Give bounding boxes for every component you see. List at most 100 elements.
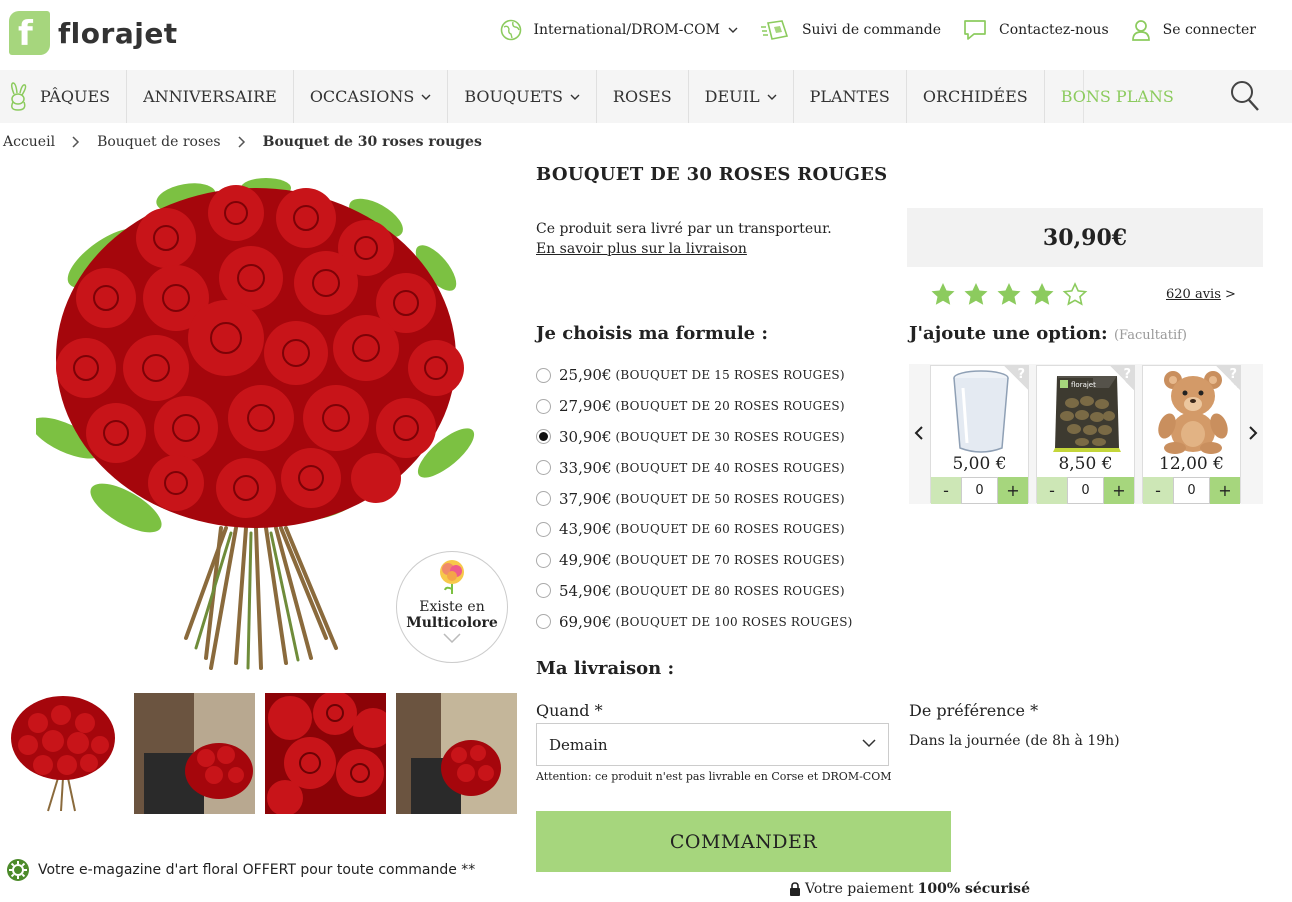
logo-text: florajet [58,16,178,50]
nav-item-roses[interactable]: ROSES [597,70,689,123]
magazine-text: Votre e-magazine d'art floral OFFERT pou… [38,862,476,878]
top-bar: f florajet International/DROM-COM Suivi … [0,0,1292,70]
rating-stars [930,282,1095,306]
delivery-warning: Attention: ce produit n'est pas livrable… [536,770,892,783]
increment-button[interactable]: + [1210,477,1240,504]
option-card-vase[interactable]: ? 5,00 € - 0 + [930,365,1029,504]
formule-option[interactable]: 54,90€ (BOUQUET DE 80 ROSES ROUGES) [536,576,853,607]
user-icon [1131,20,1150,41]
radio-button[interactable] [536,552,551,568]
vase-image [953,370,1009,453]
nav-item-deuil[interactable]: DEUIL [689,70,794,123]
logo[interactable]: f florajet [9,11,178,55]
radio-button[interactable] [536,614,551,630]
formule-list: 25,90€ (BOUQUET DE 15 ROSES ROUGES) 27,90… [536,360,853,637]
order-button[interactable]: COMMANDER [536,811,951,872]
radio-button[interactable] [536,460,551,476]
chevron-left-icon[interactable] [914,426,924,440]
badge-line2: Multicolore [406,615,498,631]
thumbnail-4[interactable] [396,693,517,814]
nav-item-bouquets[interactable]: BOUQUETS [448,70,597,123]
nav-item-paques[interactable]: PÂQUES [0,70,128,123]
badge-line1: Existe en [419,599,485,615]
breadcrumb-category[interactable]: Bouquet de roses [97,134,221,150]
quantity-stepper: - 0 + [1037,477,1134,504]
preference-value: Dans la journée (de 8h à 19h) [909,733,1120,749]
thumbnail-3[interactable] [265,693,386,814]
option-card-chocolats[interactable]: ? florajet 8,50 € - 0 + [1036,365,1135,504]
formule-option[interactable]: 27,90€ (BOUQUET DE 20 ROSES ROUGES) [536,391,853,422]
international-label: International/DROM-COM [533,22,720,38]
quantity-value[interactable]: 0 [1067,477,1104,504]
nav-item-occasions[interactable]: OCCASIONS [294,70,449,123]
radio-button[interactable] [536,398,551,414]
teddy-bear-image [1158,371,1228,454]
radio-button-selected[interactable] [536,429,551,445]
star-empty-icon [1062,282,1088,306]
lock-icon [790,882,800,896]
contact-link[interactable]: Contactez-nous [963,19,1109,41]
delivery-text: Ce produit sera livré par un transporteu… [536,221,832,237]
delivery-info-link[interactable]: En savoir plus sur la livraison [536,239,832,259]
nav-item-plantes[interactable]: PLANTES [794,70,907,123]
option-optional-label: (Facultatif) [1113,328,1187,343]
decrement-button[interactable]: - [931,477,961,504]
decrement-button[interactable]: - [1037,477,1067,504]
option-price: 8,50 € [1058,454,1113,474]
options-carousel: ? 5,00 € - 0 + ? florajet 8,50 € - 0 + ?… [909,364,1263,504]
radio-button[interactable] [536,521,551,537]
main-nav: PÂQUES ANNIVERSAIRE OCCASIONS BOUQUETS R… [0,70,1292,123]
magazine-offer: Votre e-magazine d'art floral OFFERT pou… [6,858,475,882]
formule-option[interactable]: 43,90€ (BOUQUET DE 60 ROSES ROUGES) [536,514,853,545]
formule-option[interactable]: 37,90€ (BOUQUET DE 50 ROSES ROUGES) [536,483,853,514]
quantity-value[interactable]: 0 [961,477,998,504]
thumbnail-2[interactable] [134,693,255,814]
globe-icon [500,19,521,41]
chevron-down-icon [862,739,876,748]
gear-icon [7,859,29,881]
product-title: BOUQUET DE 30 ROSES ROUGES [536,164,888,185]
international-selector[interactable]: International/DROM-COM [500,19,738,41]
formule-option[interactable]: 69,90€ (BOUQUET DE 100 ROSES ROUGES) [536,606,853,637]
nav-item-orchidees[interactable]: ORCHIDÉES [907,70,1045,123]
breadcrumb: Accueil Bouquet de roses Bouquet de 30 r… [3,134,482,150]
formule-option[interactable]: 49,90€ (BOUQUET DE 70 ROSES ROUGES) [536,545,853,576]
increment-button[interactable]: + [998,477,1028,504]
option-price: 5,00 € [952,454,1007,474]
delivery-date-select[interactable]: Demain [536,723,889,766]
multicolore-badge[interactable]: Existe en Multicolore [396,551,508,663]
reviews-link[interactable]: 620 avis > [1166,287,1236,302]
chevron-right-icon [72,136,80,148]
svg-text:florajet: florajet [1071,381,1096,389]
delivery-truck-icon [760,20,788,40]
option-card-ourson[interactable]: ? 12,00 € - 0 + [1142,365,1241,504]
bunny-icon [10,81,27,111]
quantity-stepper: - 0 + [1143,477,1240,504]
increment-button[interactable]: + [1104,477,1134,504]
chevron-right-icon [238,136,245,148]
option-heading: J'ajoute une option: (Facultatif) [909,323,1187,344]
formule-option[interactable]: 30,90€ (BOUQUET DE 30 ROSES ROUGES) [536,422,853,453]
delivery-date-value: Demain [549,735,608,754]
chocolate-box-image: florajet [1053,376,1121,452]
thumbnail-1[interactable] [3,693,124,814]
rose-icon [440,560,464,594]
search-button[interactable] [1230,80,1260,116]
radio-button[interactable] [536,367,551,383]
delivery-info: Ce produit sera livré par un transporteu… [536,219,832,259]
nav-item-bons-plans[interactable]: BONS PLANS [1045,70,1190,123]
login-link[interactable]: Se connecter [1131,19,1256,41]
nav-item-anniversaire[interactable]: ANNIVERSAIRE [127,70,294,123]
reviews-arrow: > [1225,287,1236,302]
breadcrumb-current: Bouquet de 30 roses rouges [262,134,482,150]
quantity-value[interactable]: 0 [1173,477,1210,504]
product-price: 30,90€ [1042,224,1128,251]
radio-button[interactable] [536,491,551,507]
formule-option[interactable]: 33,90€ (BOUQUET DE 40 ROSES ROUGES) [536,452,853,483]
decrement-button[interactable]: - [1143,477,1173,504]
breadcrumb-home[interactable]: Accueil [3,134,55,150]
radio-button[interactable] [536,583,551,599]
chevron-right-icon[interactable] [1248,426,1258,440]
order-tracking-link[interactable]: Suivi de commande [760,19,941,41]
formule-option[interactable]: 25,90€ (BOUQUET DE 15 ROSES ROUGES) [536,360,853,391]
